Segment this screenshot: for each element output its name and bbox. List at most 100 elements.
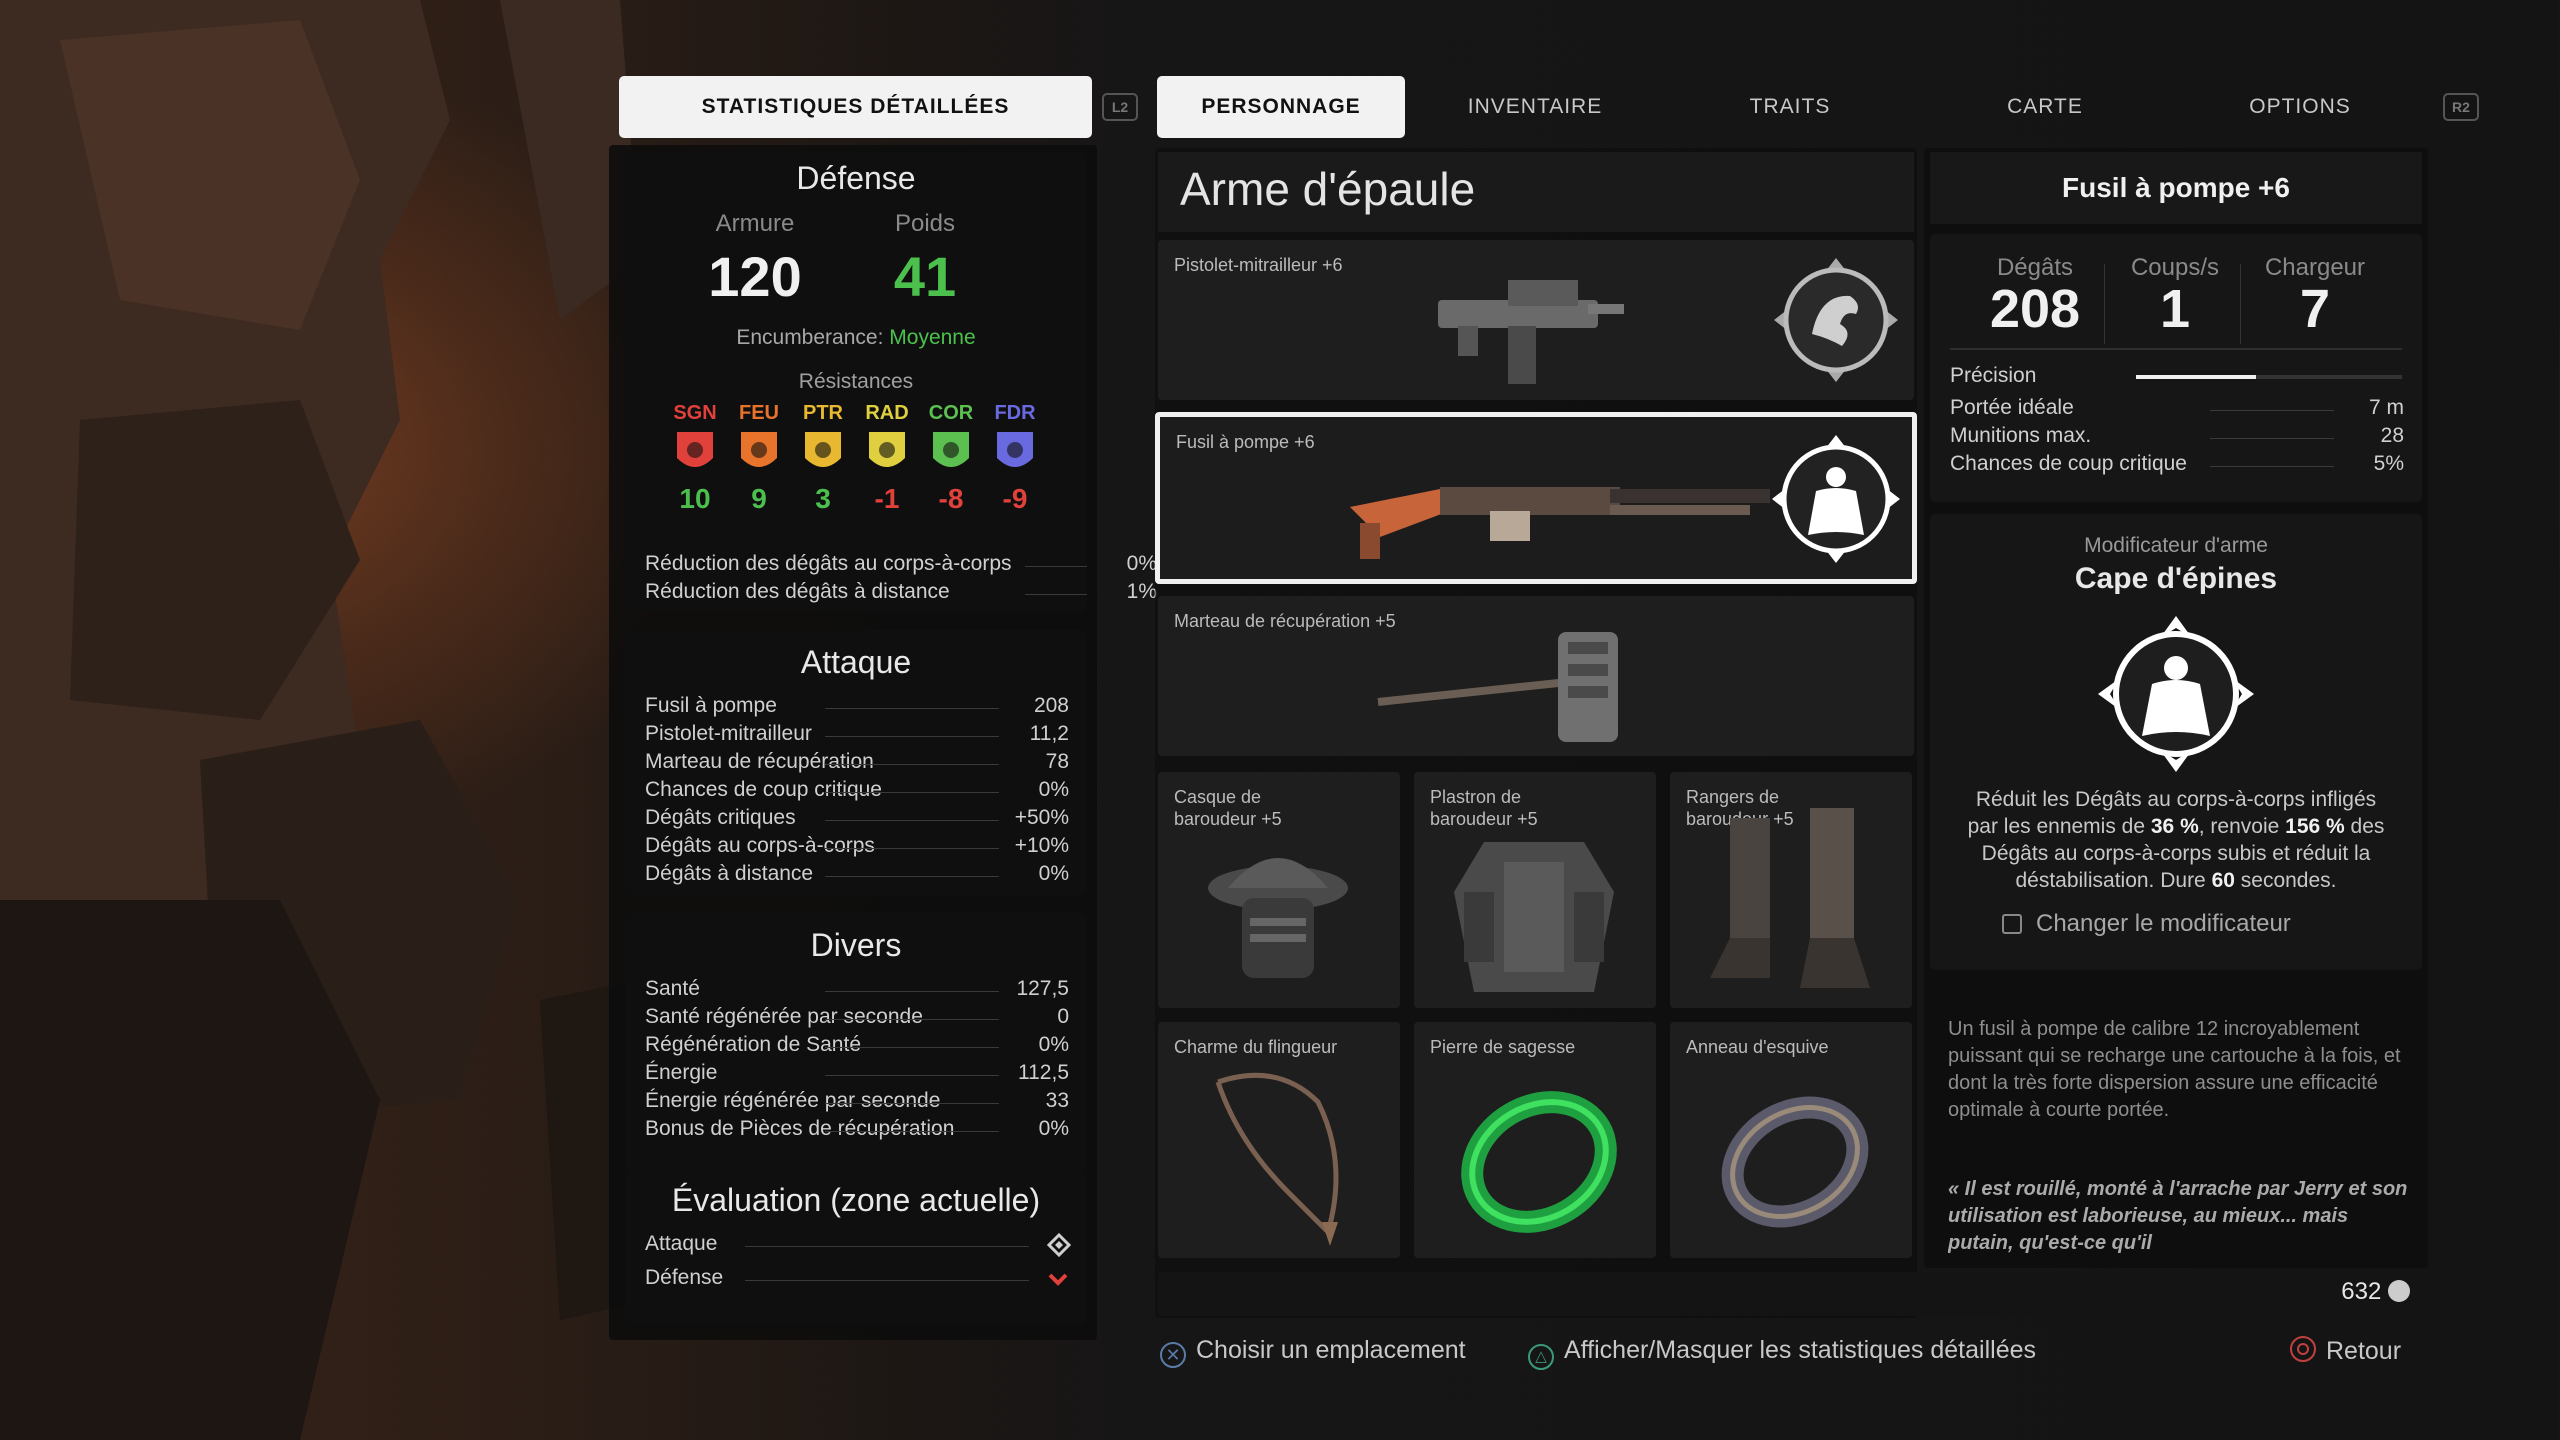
stat-label: Fusil à pompe — [645, 694, 777, 717]
resistance-fdr: FDR -9 — [985, 402, 1045, 515]
stat-row: Réduction des dégâts à distance 1% — [645, 580, 1157, 608]
weapon-slot-name: Marteau de récupération +5 — [1174, 611, 1396, 631]
choose-slot-hint[interactable]: ✕ Choisir un emplacement — [1160, 1336, 1466, 1368]
stat-label: Bonus de Pièces de récupération — [645, 1117, 955, 1140]
attack-card: Attaque Fusil à pompe 208 Pistolet-mitrail… — [625, 630, 1087, 895]
resistance-value: 9 — [751, 483, 767, 514]
evaluation-title: Évaluation (zone actuelle) — [671, 1182, 1041, 1218]
resistance-shield-icon — [997, 432, 1033, 467]
weapon-stats-card: Dégâts 208 Coups/s 1 Chargeur 7 Précisio… — [1930, 234, 2422, 502]
eval-attack-row: Attaque — [645, 1232, 1072, 1260]
amulet-icon — [1215, 1072, 1339, 1246]
mag-value: 7 — [2299, 279, 2331, 339]
armor-label: Armure — [715, 210, 795, 237]
stat-label: Dégâts à distance — [645, 862, 814, 885]
ring-icon — [1721, 1096, 1869, 1228]
helmet-icon — [1208, 858, 1348, 978]
diamond-icon — [1046, 1232, 1072, 1258]
detail-stat-label: Portée idéale — [1950, 396, 2074, 419]
resistance-value: -1 — [874, 483, 900, 514]
defense-title: Défense — [796, 160, 916, 196]
resistance-label: RAD — [865, 402, 909, 424]
resistance-label: PTR — [803, 402, 843, 424]
resistance-label: SGN — [673, 402, 717, 424]
encumbrance: Encumberance: Moyenne — [625, 326, 1087, 350]
tab-character[interactable]: PERSONNAGE — [1157, 76, 1405, 138]
armor-slot-chest[interactable]: Plastron de baroudeur +5 — [1414, 772, 1656, 1008]
back-label: Retour — [2326, 1337, 2402, 1365]
resistance-rad: RAD -1 — [857, 402, 917, 515]
weapon-quote: « Il est rouillé, monté à l'arrache par … — [1948, 1178, 2408, 1254]
amulet-slot[interactable]: Charme du flingueur — [1158, 1022, 1400, 1258]
green-ring-icon — [1461, 1091, 1617, 1233]
stat-label: Énergie — [645, 1061, 718, 1084]
change-mod-button[interactable]: Changer le modificateur — [2002, 910, 2291, 938]
armor-slot-name: Casque de baroudeur +5 — [1174, 787, 1282, 829]
detail-stat-row: Portée idéale 7 m — [1950, 396, 2404, 424]
mod-desc-line: déstabilisation. Dure 60 secondes. — [2015, 869, 2337, 892]
cross-button-icon: ✕ — [1160, 1342, 1186, 1368]
rof-value: 1 — [2159, 279, 2191, 339]
detail-stat-label: Munitions max. — [1950, 424, 2092, 447]
mod-desc-line: par les ennemis de 36 %, renvoie 156 % d… — [1967, 815, 2385, 838]
stat-value: 0% — [1038, 862, 1069, 885]
tab-detailed-stats[interactable]: STATISTIQUES DÉTAILLÉES — [619, 76, 1092, 138]
stat-row: Dégâts critiques +50% — [645, 806, 1069, 834]
triangle-button-icon: △ — [1528, 1344, 1554, 1370]
stat-row: Énergie régénérée par seconde 33 — [645, 1089, 1069, 1117]
stat-value: 0% — [1126, 552, 1157, 575]
accuracy-bar — [2136, 375, 2402, 379]
detail-title: Fusil à pompe +6 — [1930, 152, 2422, 224]
accessory-slot-name: Pierre de sagesse — [1430, 1037, 1576, 1057]
slot-category-title: Arme d'épaule — [1158, 152, 1914, 232]
tab-map[interactable]: CARTE — [1945, 76, 2145, 138]
toggle-stats-hint[interactable]: △ Afficher/Masquer les statistiques détai… — [1528, 1336, 2036, 1370]
ring-slot-evasion[interactable]: Anneau d'esquive — [1670, 1022, 1912, 1258]
stat-value: 1% — [1126, 580, 1157, 603]
weapon-slot-shotgun[interactable]: Fusil à pompe +6 — [1155, 412, 1917, 584]
accuracy-label: Précision — [1950, 364, 2037, 387]
scrap-value: 632 — [2341, 1278, 2382, 1305]
weight-value: 41 — [893, 245, 957, 308]
weapon-slot-name: Fusil à pompe +6 — [1176, 432, 1315, 452]
stat-label: Santé — [645, 977, 700, 1000]
detail-stat-value: 5% — [2373, 452, 2404, 475]
stat-label: Réduction des dégâts à distance — [645, 580, 950, 603]
weapon-slot-smg[interactable]: Pistolet-mitrailleur +6 — [1158, 240, 1914, 400]
tab-inventory[interactable]: INVENTAIRE — [1430, 76, 1640, 138]
mod-name: Cape d'épines — [2074, 562, 2278, 595]
mod-desc-line: Dégâts au corps-à-corps subis et réduit … — [1981, 842, 2371, 865]
resistance-label: COR — [928, 402, 974, 424]
resistance-ptr: PTR 3 — [793, 402, 853, 515]
stat-label: Pistolet-mitrailleur — [645, 722, 812, 745]
accessory-slot-name: Charme du flingueur — [1174, 1037, 1338, 1057]
weapon-slot-hammer[interactable]: Marteau de récupération +5 — [1158, 596, 1914, 756]
tab-traits[interactable]: TRAITS — [1690, 76, 1890, 138]
resistance-feu: FEU 9 — [729, 402, 789, 515]
encumbrance-value: Moyenne — [889, 326, 976, 349]
hammer-icon — [1377, 632, 1618, 742]
resistance-shield-icon — [741, 432, 777, 467]
weapon-mod-card: Modificateur d'arme Cape d'épines Réduit… — [1930, 514, 2422, 970]
mod-header: Modificateur d'arme — [2084, 534, 2268, 557]
stat-value: 0 — [1057, 1005, 1069, 1028]
damage-value: 208 — [1989, 279, 2081, 339]
stat-label: Réduction des dégâts au corps-à-corps — [645, 552, 1012, 575]
stat-label: Marteau de récupération — [645, 750, 874, 773]
stat-label: Chances de coup critique — [645, 778, 882, 801]
resistance-value: 10 — [679, 483, 711, 514]
resistances-title: Résistances — [798, 370, 914, 393]
circle-button-icon — [2290, 1336, 2316, 1362]
ring-slot-wisdom[interactable]: Pierre de sagesse — [1414, 1022, 1656, 1258]
detail-stat-value: 28 — [2380, 424, 2404, 447]
stat-value: 78 — [1045, 750, 1069, 773]
stat-row: Marteau de récupération 78 — [645, 750, 1069, 778]
armor-slot-helmet[interactable]: Casque de baroudeur +5 — [1158, 772, 1400, 1008]
tab-options[interactable]: OPTIONS — [2200, 76, 2400, 138]
eval-defense-label: Défense — [645, 1266, 724, 1289]
armor-slot-boots[interactable]: Rangers de baroudeur +5 — [1670, 772, 1912, 1008]
mod-desc-line: Réduit les Dégâts au corps-à-corps infli… — [1975, 788, 2377, 811]
back-hint[interactable]: Retour — [2290, 1336, 2401, 1366]
stat-row: Fusil à pompe 208 — [645, 694, 1069, 722]
resistance-sgn: SGN 10 — [665, 402, 725, 515]
